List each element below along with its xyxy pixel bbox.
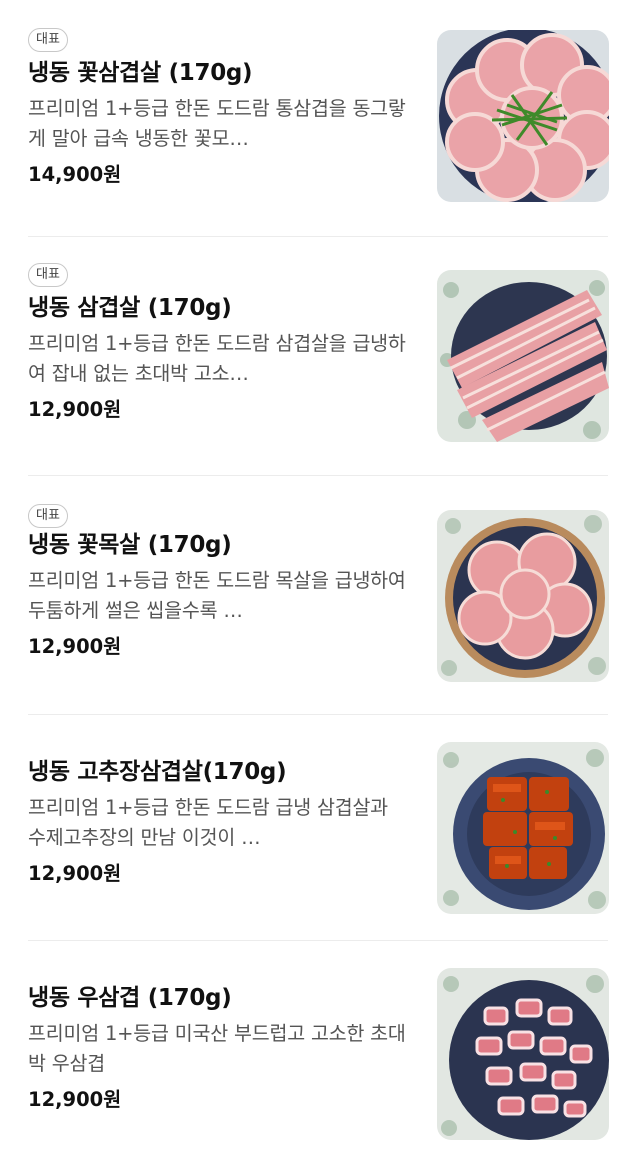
menu-item-text: 냉동 고추장삼겹살(170g) 프리미엄 1+등급 한돈 도드람 급냉 삼겹살과… xyxy=(28,757,408,887)
menu-item-description: 프리미엄 1+등급 한돈 도드람 통삼겹을 동그랗게 말아 급속 냉동한 꽃모… xyxy=(28,97,406,150)
menu-item[interactable]: 냉동 우삼겹 (170g) 프리미엄 1+등급 미국산 부드럽고 고소한 초대박… xyxy=(0,941,618,1159)
gochujang-pork-belly-image xyxy=(437,742,609,914)
representative-badge: 대표 xyxy=(28,28,68,52)
menu-item-price: 14,900원 xyxy=(28,163,122,186)
menu-item[interactable]: 냉동 고추장삼겹살(170g) 프리미엄 1+등급 한돈 도드람 급냉 삼겹살과… xyxy=(0,715,618,941)
menu-item-price: 12,900원 xyxy=(28,862,122,885)
menu-item-price: 12,900원 xyxy=(28,398,122,421)
representative-badge: 대표 xyxy=(28,504,68,528)
rolled-pork-belly-with-chives-image xyxy=(437,30,609,202)
menu-item[interactable]: 대표 냉동 꽃삼겹살 (170g) 프리미엄 1+등급 한돈 도드람 통삼겹을 … xyxy=(0,0,618,237)
menu-item-text: 대표 냉동 꽃삼겹살 (170g) 프리미엄 1+등급 한돈 도드람 통삼겹을 … xyxy=(28,28,408,188)
sliced-pork-belly-image xyxy=(437,270,609,442)
pork-neck-image xyxy=(437,510,609,682)
menu-item-description: 프리미엄 1+등급 미국산 부드럽고 고소한 초대박 우삼겹 xyxy=(28,1022,406,1075)
beef-brisket-image xyxy=(437,968,609,1140)
menu-item-name: 냉동 우삼겹 (170g) xyxy=(28,985,232,1011)
menu-item[interactable]: 대표 냉동 꽃목살 (170g) 프리미엄 1+등급 한돈 도드람 목살을 급냉… xyxy=(0,476,618,715)
menu-item-text: 냉동 우삼겹 (170g) 프리미엄 1+등급 미국산 부드럽고 고소한 초대박… xyxy=(28,983,408,1113)
representative-badge: 대표 xyxy=(28,263,68,287)
menu-item-text: 대표 냉동 꽃목살 (170g) 프리미엄 1+등급 한돈 도드람 목살을 급냉… xyxy=(28,504,408,660)
menu-item-text: 대표 냉동 삼겹살 (170g) 프리미엄 1+등급 한돈 도드람 삼겹살을 급… xyxy=(28,263,408,423)
menu-item-description: 프리미엄 1+등급 한돈 도드람 삼겹살을 급냉하여 잡내 없는 초대박 고소… xyxy=(28,332,406,385)
menu-item-name: 냉동 고추장삼겹살(170g) xyxy=(28,759,287,785)
menu-item-name: 냉동 꽃삼겹살 (170g) xyxy=(28,60,253,86)
menu-item-description: 프리미엄 1+등급 한돈 도드람 급냉 삼겹살과 수제고추장의 만남 이것이 … xyxy=(28,796,388,849)
menu-item-description: 프리미엄 1+등급 한돈 도드람 목살을 급냉하여 두툼하게 썰은 씹을수록 … xyxy=(28,569,406,622)
menu-item-name: 냉동 삼겹살 (170g) xyxy=(28,295,232,321)
menu-item-price: 12,900원 xyxy=(28,1088,122,1111)
menu-item-price: 12,900원 xyxy=(28,635,122,658)
menu-item-name: 냉동 꽃목살 (170g) xyxy=(28,532,232,558)
menu-item[interactable]: 대표 냉동 삼겹살 (170g) 프리미엄 1+등급 한돈 도드람 삼겹살을 급… xyxy=(0,237,618,476)
